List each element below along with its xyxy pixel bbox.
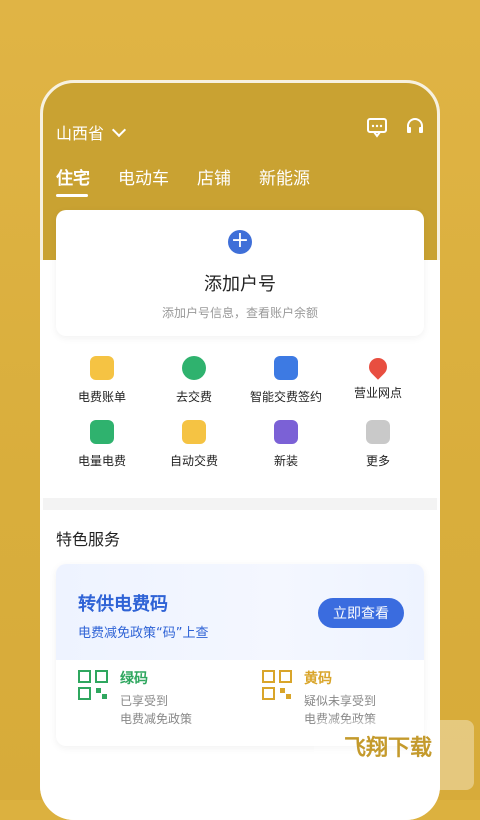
bolt-icon bbox=[182, 356, 206, 380]
more-icon bbox=[366, 420, 390, 444]
yen-icon bbox=[274, 356, 298, 380]
green-code-desc1: 已享受到 bbox=[120, 694, 169, 708]
grid-label: 自动交费 bbox=[169, 454, 218, 468]
grid-item-auto-pay[interactable]: 自动交费 bbox=[148, 420, 240, 469]
grid-label: 去交费 bbox=[175, 390, 212, 404]
headset-icon[interactable] bbox=[404, 116, 426, 138]
bill-icon bbox=[90, 356, 114, 380]
location-icon bbox=[365, 354, 391, 380]
province-label: 山西省 bbox=[56, 124, 105, 143]
grid-item-bill[interactable]: 电费账单 bbox=[56, 356, 148, 405]
phone-screen: 山西省 住宅 电动车 店铺 新能源 + 添加户号 添加户号信息，查看账户余额 电… bbox=[40, 80, 440, 820]
tabs: 住宅 电动车 店铺 新能源 bbox=[56, 164, 310, 197]
yellow-code-desc1: 疑似未享受到 bbox=[304, 694, 377, 708]
yellow-code-name: 黄码 bbox=[304, 671, 332, 687]
plus-icon[interactable]: + bbox=[228, 230, 252, 254]
chevron-down-icon bbox=[111, 122, 127, 138]
power-icon bbox=[90, 420, 114, 444]
grid-label: 电费账单 bbox=[77, 390, 126, 404]
promo-subtitle: 电费减免政策“码”上查 bbox=[78, 626, 209, 641]
add-account-title: 添加户号 bbox=[204, 274, 276, 295]
grid-item-smart-pay[interactable]: 智能交费签约 bbox=[240, 356, 332, 405]
message-icon[interactable] bbox=[366, 116, 388, 138]
wallet-icon bbox=[182, 420, 206, 444]
grid-label: 新装 bbox=[273, 454, 298, 468]
service-grid: 电费账单 去交费 智能交费签约 营业网点 电量电费 自动交费 新装 更多 bbox=[56, 354, 424, 486]
grid-label: 智能交费签约 bbox=[249, 390, 322, 404]
green-code-name: 绿码 bbox=[120, 671, 148, 687]
add-account-subtitle: 添加户号信息，查看账户余额 bbox=[161, 306, 318, 320]
watermark: 飞翔下载 WWW.FXXZ.COM bbox=[314, 720, 474, 790]
grid-item-new-install[interactable]: 新装 bbox=[240, 420, 332, 469]
grid-label: 电量电费 bbox=[77, 454, 126, 468]
tab-ev[interactable]: 电动车 bbox=[118, 164, 169, 197]
grid-item-outlets[interactable]: 营业网点 bbox=[332, 354, 424, 401]
tab-new-energy[interactable]: 新能源 bbox=[259, 164, 310, 197]
calendar-icon bbox=[274, 420, 298, 444]
grid-label: 营业网点 bbox=[353, 386, 402, 400]
grid-item-pay[interactable]: 去交费 bbox=[148, 356, 240, 405]
divider bbox=[40, 498, 440, 510]
qr-code-icon bbox=[262, 670, 292, 700]
promo-card[interactable]: 转供电费码 电费减免政策“码”上查 立即查看 绿码 已享受到 电费减免政策 黄码… bbox=[56, 564, 424, 746]
view-now-button[interactable]: 立即查看 bbox=[318, 598, 404, 628]
tab-residence[interactable]: 住宅 bbox=[56, 164, 90, 197]
features-title: 特色服务 bbox=[56, 530, 121, 549]
grid-item-more[interactable]: 更多 bbox=[332, 420, 424, 469]
top-icons bbox=[366, 116, 426, 138]
promo-title: 转供电费码 bbox=[78, 594, 168, 615]
qr-code-icon bbox=[78, 670, 108, 700]
province-selector[interactable]: 山西省 bbox=[56, 120, 127, 144]
watermark-url: WWW.FXXZ.COM bbox=[344, 762, 438, 775]
tab-store[interactable]: 店铺 bbox=[197, 164, 231, 197]
green-code-desc2: 电费减免政策 bbox=[120, 712, 193, 726]
grid-label: 更多 bbox=[365, 454, 390, 468]
watermark-text: 飞翔下载 bbox=[344, 736, 433, 761]
add-account-card[interactable]: + 添加户号 添加户号信息，查看账户余额 bbox=[56, 210, 424, 336]
grid-item-power[interactable]: 电量电费 bbox=[56, 420, 148, 469]
